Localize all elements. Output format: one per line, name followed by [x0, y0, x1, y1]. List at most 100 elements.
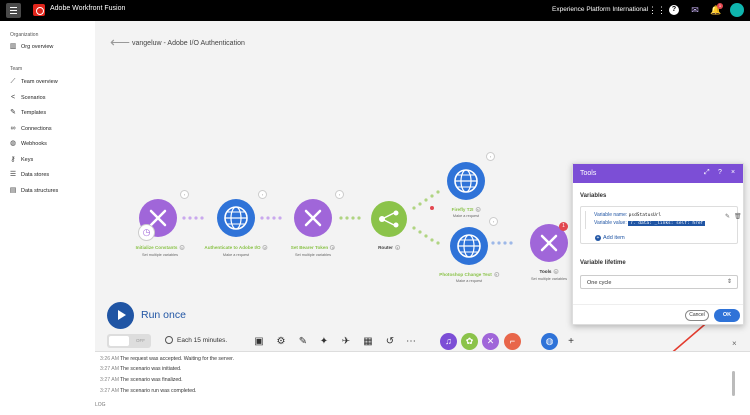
node-number: 4 — [394, 245, 400, 251]
auto-align-icon[interactable]: ✦ — [317, 335, 331, 349]
notes-icon[interactable]: ✎ — [296, 335, 310, 349]
log-text: The scenario was initiated. — [120, 366, 182, 372]
node-number: 5 — [475, 207, 481, 213]
router-icon — [379, 210, 399, 228]
node-number: 7 — [493, 272, 499, 278]
add-item-label: Add item — [603, 235, 625, 241]
node-label: Photoshop Change Text 7 — [439, 272, 499, 278]
node-label: Tools 6 — [539, 269, 559, 275]
node-photoshop-change-text[interactable] — [450, 227, 488, 265]
log-time: 3:27 AM — [100, 377, 120, 383]
node-menu-icon[interactable]: › — [489, 217, 498, 226]
node-label: Firefly T2I 5 — [451, 207, 481, 213]
variable-name-row[interactable]: Variable name: psdStatusUrl — [594, 212, 661, 218]
plus-icon: + — [595, 235, 601, 241]
toggle-state: OFF — [136, 338, 145, 343]
variable-lifetime-label: Variable lifetime — [580, 260, 626, 266]
clock-icon — [165, 336, 173, 344]
schedule-setting[interactable]: Each 15 minutes. — [165, 336, 227, 344]
clock-icon[interactable]: ◷ — [138, 224, 155, 241]
node-menu-icon[interactable]: › — [258, 190, 267, 199]
select-value: One cycle — [587, 280, 612, 286]
node-set-bearer-token[interactable] — [294, 199, 332, 237]
variable-name-value[interactable]: psdStatusUrl — [629, 213, 662, 218]
close-icon[interactable]: × — [731, 169, 735, 176]
log-footer: LOG — [95, 402, 106, 408]
tools-icon — [304, 209, 322, 227]
node-number: 1 — [179, 245, 185, 251]
trash-icon[interactable]: 🗑 — [734, 213, 742, 220]
globe-icon — [457, 234, 481, 258]
add-item-button[interactable]: + Add item — [595, 235, 625, 241]
log-entry: 3:26 AMThe request was accepted. Waiting… — [100, 356, 234, 362]
node-label-text: Firefly T2I — [451, 207, 474, 212]
cancel-button[interactable]: Cancel — [685, 310, 709, 321]
log-time: 3:27 AM — [100, 388, 120, 394]
run-once-button[interactable] — [107, 302, 134, 329]
node-router[interactable] — [371, 201, 407, 237]
node-menu-icon[interactable]: › — [486, 152, 495, 161]
log-time: 3:27 AM — [100, 366, 120, 372]
node-label: Set Bearer Token 3 — [290, 245, 336, 251]
more-icon[interactable]: ⋯ — [404, 335, 418, 349]
globe-icon — [224, 206, 248, 230]
toggle-knob — [109, 336, 129, 346]
node-label-text: Set Bearer Token — [290, 245, 329, 250]
node-authenticate[interactable] — [217, 199, 255, 237]
variables-list: Variable name: psdStatusUrl Variable val… — [580, 206, 742, 244]
node-label-text: Authenticate to Adobe I/O — [204, 245, 261, 250]
node-sublabel: Set multiple variables — [294, 253, 332, 257]
variable-value-row[interactable]: Variable value: 7. data: _links: self: h… — [594, 220, 706, 226]
scheduling-toggle[interactable]: OFF — [107, 334, 151, 348]
dialog-divider — [573, 304, 743, 305]
run-once-label[interactable]: Run once — [141, 309, 186, 321]
variable-lifetime-select[interactable]: One cycle ⇕ — [580, 275, 738, 289]
node-sublabel: Set multiple variables — [530, 277, 568, 281]
explain-flow-icon[interactable]: ✈ — [339, 335, 353, 349]
dialog-header: Tools ⤢ ? × — [573, 164, 743, 183]
text-parser-icon[interactable]: ⌐ — [504, 333, 521, 350]
node-label-text: Initialize Constants — [135, 245, 178, 250]
node-sublabel: Make a request — [222, 253, 250, 257]
node-label-text: Router — [378, 245, 393, 250]
node-menu-icon[interactable]: › — [335, 190, 344, 199]
node-number: 3 — [330, 245, 336, 251]
tools-dialog: Tools ⤢ ? × Variables Variable name: psd… — [572, 163, 744, 325]
log-text: The request was accepted. Waiting for th… — [120, 356, 234, 362]
ok-button[interactable]: OK — [714, 309, 740, 322]
node-firefly-t2i[interactable] — [447, 162, 485, 200]
error-badge: 1 — [559, 222, 568, 231]
log-scrollbar[interactable] — [732, 371, 735, 396]
log-entry: 3:27 AMThe scenario run was completed. — [100, 388, 196, 394]
log-entry: 3:27 AMThe scenario was finalized. — [100, 377, 183, 383]
expand-icon[interactable]: ⤢ — [704, 169, 710, 177]
history-icon[interactable]: ↺ — [383, 335, 397, 349]
edit-icon[interactable]: ✎ — [725, 213, 730, 220]
node-menu-icon[interactable]: › — [180, 190, 189, 199]
dialog-title: Tools — [580, 170, 597, 177]
log-text: The scenario was finalized. — [120, 377, 183, 383]
node-sublabel: Make a request — [455, 279, 483, 283]
flow-control-icon[interactable]: ✿ — [461, 333, 478, 350]
tools-menu-icon[interactable]: ✕ — [482, 333, 499, 350]
variables-label: Variables — [580, 193, 607, 199]
variable-value-pill[interactable]: 7. data: _links: self: href — [628, 221, 706, 226]
variable-value-label: Variable value: — [594, 220, 627, 226]
music-icon[interactable]: ♫ — [440, 333, 457, 350]
save-icon[interactable]: ▣ — [252, 335, 266, 349]
log-time: 3:26 AM — [100, 356, 120, 362]
node-label: Router 4 — [378, 245, 400, 251]
chevron-updown-icon: ⇕ — [726, 279, 732, 285]
node-label-text: Tools — [539, 269, 552, 274]
close-icon[interactable]: × — [732, 339, 737, 348]
toolbox-icon[interactable]: ▦ — [361, 335, 375, 349]
log-panel: × 3:26 AMThe request was accepted. Waiti… — [95, 339, 750, 415]
globe-icon — [454, 169, 478, 193]
help-icon[interactable]: ? — [718, 169, 722, 176]
http-icon[interactable]: ◍ — [541, 333, 558, 350]
settings-gear-icon[interactable]: ⚙ — [274, 335, 288, 349]
log-entry: 3:27 AMThe scenario was initiated. — [100, 366, 181, 372]
add-module-icon[interactable]: + — [564, 335, 578, 349]
schedule-text: Each 15 minutes. — [177, 336, 228, 344]
log-text: The scenario run was completed. — [120, 388, 197, 394]
